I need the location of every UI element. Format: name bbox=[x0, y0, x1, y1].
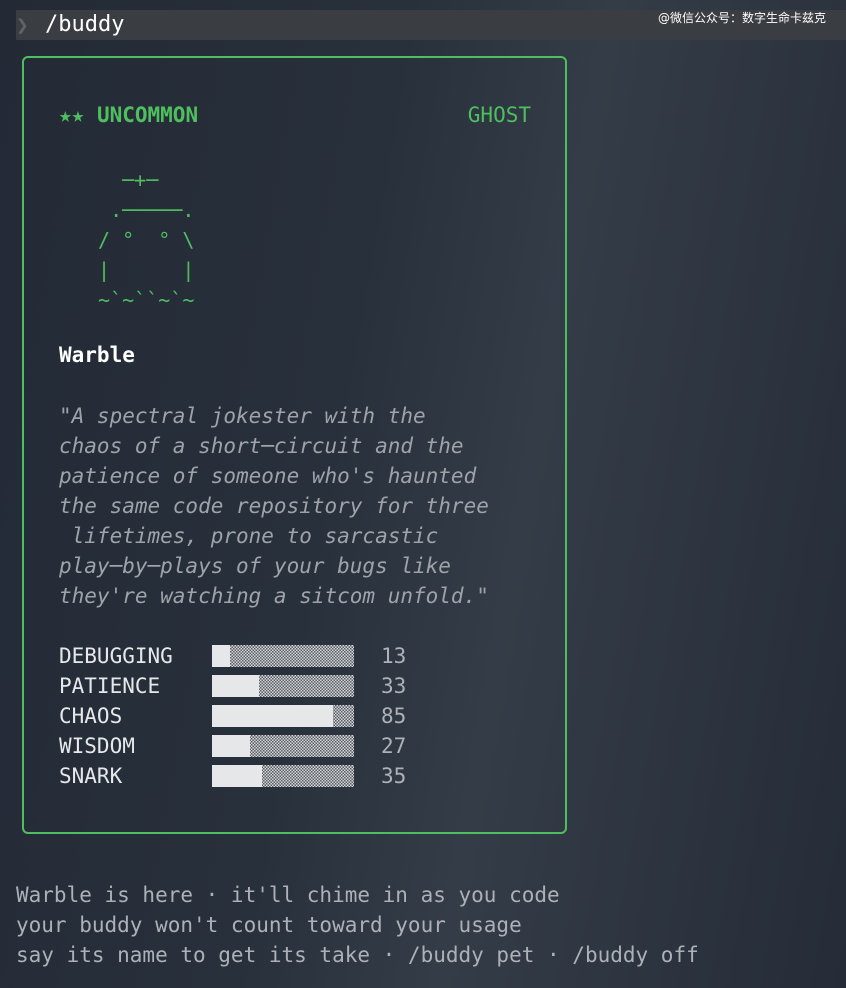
stat-row-debugging: DEBUGGING 13 bbox=[59, 641, 539, 671]
buddy-description: "A spectral jokester with the chaos of a… bbox=[59, 404, 489, 608]
buddy-footer: Warble is here · it'll chime in as you c… bbox=[16, 880, 699, 970]
rarity-text: UNCOMMON bbox=[96, 103, 199, 127]
rarity-label: ★★ UNCOMMON bbox=[59, 103, 198, 127]
stat-bar-fill bbox=[212, 675, 259, 697]
stat-bar-fill bbox=[212, 645, 231, 667]
stat-value: 35 bbox=[381, 764, 407, 788]
chevron-right-icon: ❯ bbox=[16, 13, 29, 37]
stat-bar bbox=[212, 705, 354, 727]
footer-status: Warble is here · it'll chime in as you c… bbox=[16, 883, 560, 907]
stat-bar bbox=[212, 765, 354, 787]
footer-commands-hint: say its name to get its take · /buddy pe… bbox=[16, 943, 699, 967]
species-label: GHOST bbox=[467, 103, 531, 127]
footer-usage-note: your buddy won't count toward your usage bbox=[16, 913, 522, 937]
stat-row-chaos: CHAOS 85 bbox=[59, 701, 539, 731]
stat-name: DEBUGGING bbox=[59, 644, 173, 668]
buddy-card: ★★ UNCOMMON GHOST ─+─ .─────. / ° ° \ | … bbox=[22, 56, 567, 834]
stat-name: CHAOS bbox=[59, 704, 123, 728]
stat-value: 27 bbox=[381, 734, 407, 758]
stat-value: 13 bbox=[381, 644, 407, 668]
stat-row-patience: PATIENCE 33 bbox=[59, 671, 539, 701]
stat-value: 33 bbox=[381, 674, 407, 698]
stat-bar-fill bbox=[212, 735, 251, 757]
ghost-ascii-art: ─+─ .─────. / ° ° \ | | ~`~``~`~ bbox=[98, 168, 195, 312]
stat-name: PATIENCE bbox=[59, 674, 161, 698]
stat-row-snark: SNARK 35 bbox=[59, 761, 539, 791]
stat-bar bbox=[212, 645, 354, 667]
watermark: @微信公众号：数字生命卡兹克 bbox=[657, 11, 826, 25]
stats-list: DEBUGGING 13 PATIENCE 33 CHAOS 85 WISDOM… bbox=[59, 641, 539, 791]
command-text: /buddy bbox=[45, 12, 125, 37]
stat-name: SNARK bbox=[59, 764, 123, 788]
stat-name: WISDOM bbox=[59, 734, 135, 758]
buddy-name: Warble bbox=[59, 343, 135, 367]
stat-bar bbox=[212, 735, 354, 757]
stat-value: 85 bbox=[381, 704, 407, 728]
stat-bar-fill bbox=[212, 705, 333, 727]
rarity-stars-icon: ★★ bbox=[59, 103, 85, 127]
stat-row-wisdom: WISDOM 27 bbox=[59, 731, 539, 761]
stat-bar-fill bbox=[212, 765, 262, 787]
stat-bar bbox=[212, 675, 354, 697]
